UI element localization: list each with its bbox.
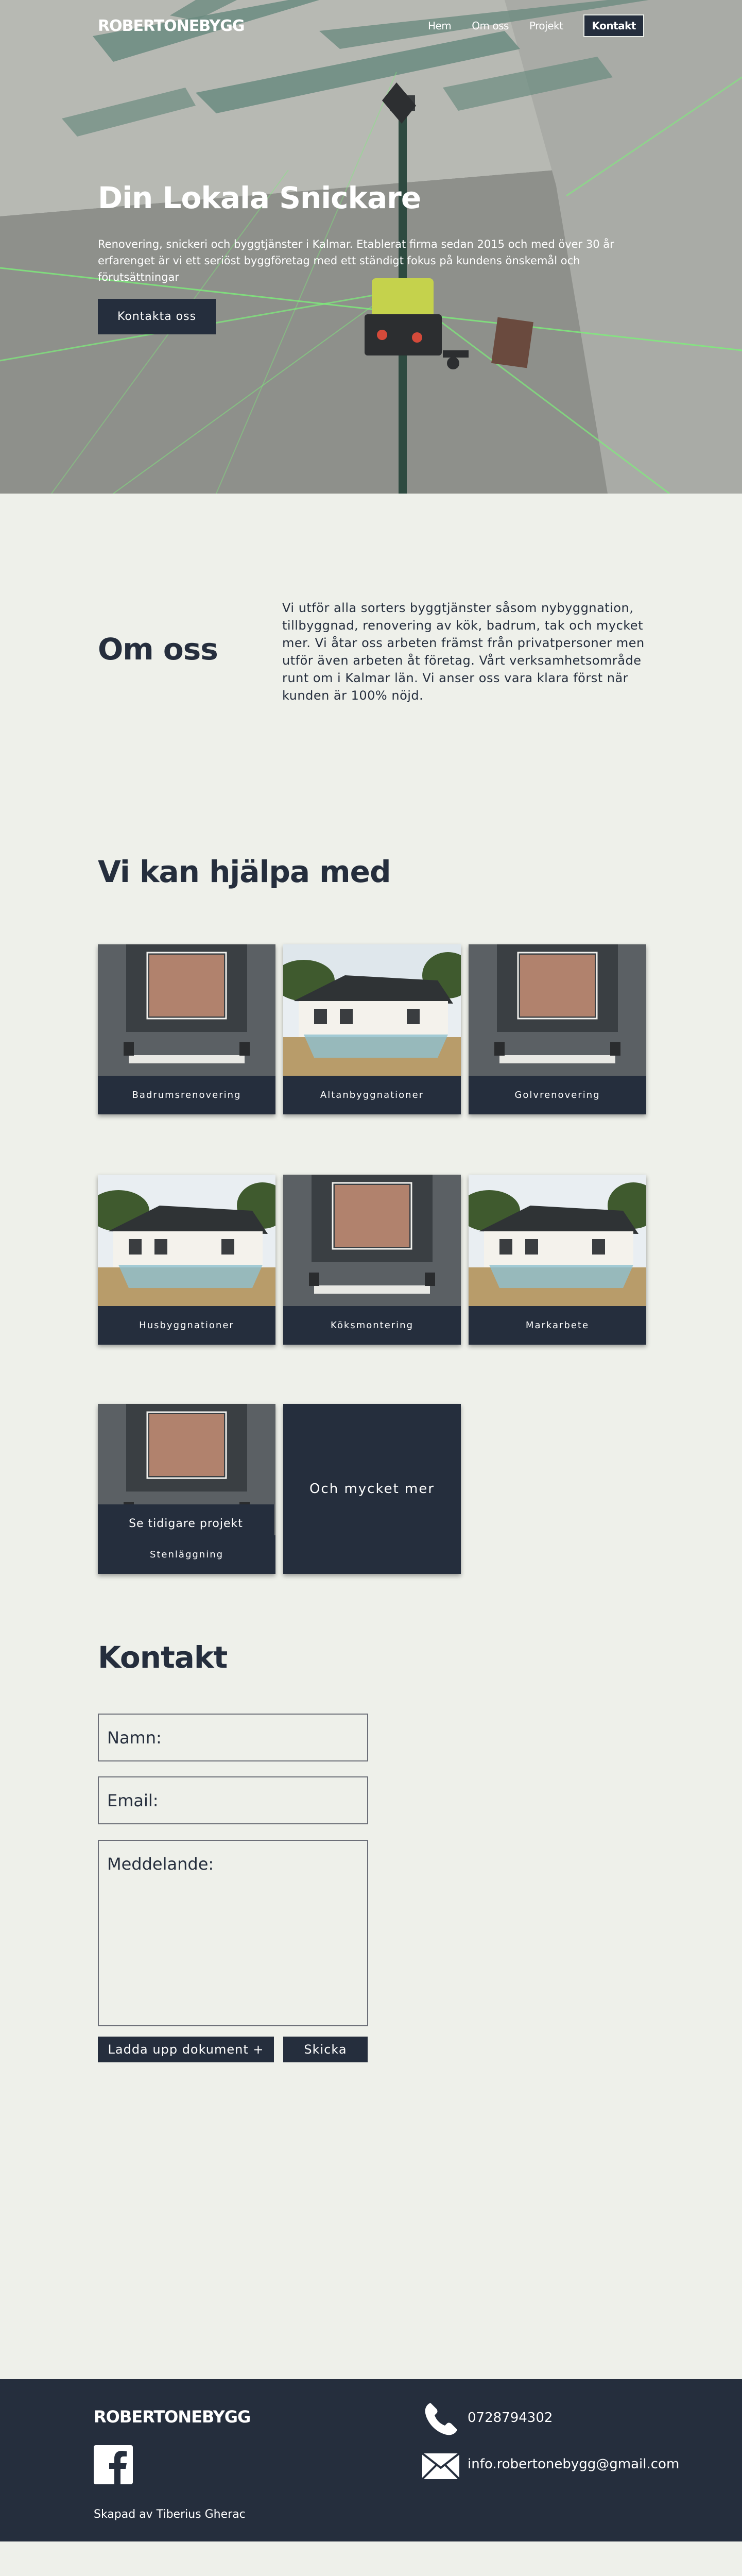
site-logo[interactable]: ROBERTONEBYGG bbox=[98, 17, 245, 35]
about-text: Vi utför alla sorters byggtjänster såsom… bbox=[282, 601, 645, 703]
bathroom-image bbox=[283, 1175, 461, 1306]
phone-icon bbox=[425, 2403, 457, 2435]
contact-us-button[interactable]: Kontakta oss bbox=[98, 299, 216, 334]
send-button[interactable]: Skicka bbox=[283, 2037, 368, 2062]
more-label: Och mycket mer bbox=[309, 1481, 435, 1497]
service-card-koksmontering[interactable]: Köksmontering bbox=[283, 1175, 461, 1345]
about-section: Om oss Vi utför alla sorters byggtjänste… bbox=[0, 494, 742, 808]
house-image bbox=[469, 1175, 646, 1306]
bathroom-image bbox=[98, 944, 275, 1076]
hero-content: Din Lokala Snickare Renovering, snickeri… bbox=[98, 180, 646, 334]
bathroom-image bbox=[469, 944, 646, 1076]
hero-description: Renovering, snickeri och byggtjänster i … bbox=[98, 238, 614, 283]
nav-link-hem[interactable]: Hem bbox=[428, 20, 452, 32]
services-section: Vi kan hjälpa med Badrumsrenovering Alta… bbox=[0, 808, 742, 1574]
house-image bbox=[98, 1175, 275, 1306]
footer: ROBERTONEBYGG Skapad av Tiberius Gherac … bbox=[0, 2379, 742, 2541]
message-field[interactable] bbox=[98, 1840, 368, 2026]
service-label: Altanbyggnationer bbox=[320, 1090, 424, 1100]
contact-section: Kontakt Ladda upp dokument + Skicka bbox=[0, 1534, 742, 2379]
nav-links: Hem Om oss Projekt Kontakt bbox=[428, 14, 644, 37]
service-card-golvrenovering[interactable]: Golvrenovering bbox=[469, 944, 646, 1114]
mail-icon bbox=[421, 2452, 460, 2480]
about-title: Om oss bbox=[98, 632, 218, 667]
facebook-icon[interactable] bbox=[94, 2445, 133, 2484]
service-label: Golvrenovering bbox=[514, 1090, 600, 1100]
hero-section: ROBERTONEBYGG Hem Om oss Projekt Kontakt… bbox=[0, 0, 742, 494]
footer-logo: ROBERTONEBYGG bbox=[94, 2407, 251, 2427]
service-label: Köksmontering bbox=[330, 1320, 414, 1331]
phone-number[interactable]: 0728794302 bbox=[468, 2410, 553, 2426]
hero-title: Din Lokala Snickare bbox=[98, 180, 421, 215]
nav-kontakt-button[interactable]: Kontakt bbox=[583, 14, 644, 37]
service-label: Badrumsrenovering bbox=[132, 1090, 241, 1100]
upload-document-button[interactable]: Ladda upp dokument + bbox=[98, 2037, 274, 2062]
navbar: ROBERTONEBYGG Hem Om oss Projekt Kontakt bbox=[98, 14, 644, 37]
email-address[interactable]: info.robertonebygg@gmail.com bbox=[468, 2456, 679, 2472]
nav-link-projekt[interactable]: Projekt bbox=[529, 20, 563, 32]
name-field[interactable] bbox=[98, 1714, 368, 1761]
service-card-markarbete[interactable]: Markarbete bbox=[469, 1175, 646, 1345]
nav-link-om-oss[interactable]: Om oss bbox=[472, 20, 509, 32]
service-label: Markarbete bbox=[525, 1320, 590, 1331]
services-title: Vi kan hjälpa med bbox=[98, 854, 391, 889]
service-card-badrumsrenovering[interactable]: Badrumsrenovering bbox=[98, 944, 275, 1114]
house-image bbox=[283, 944, 461, 1076]
service-card-husbyggnationer[interactable]: Husbyggnationer bbox=[98, 1175, 275, 1345]
credit-text: Skapad av Tiberius Gherac bbox=[94, 2508, 246, 2521]
service-label: Husbyggnationer bbox=[139, 1320, 234, 1331]
email-field[interactable] bbox=[98, 1776, 368, 1824]
contact-title: Kontakt bbox=[98, 1640, 228, 1675]
service-card-altanbyggnationer[interactable]: Altanbyggnationer bbox=[283, 944, 461, 1114]
